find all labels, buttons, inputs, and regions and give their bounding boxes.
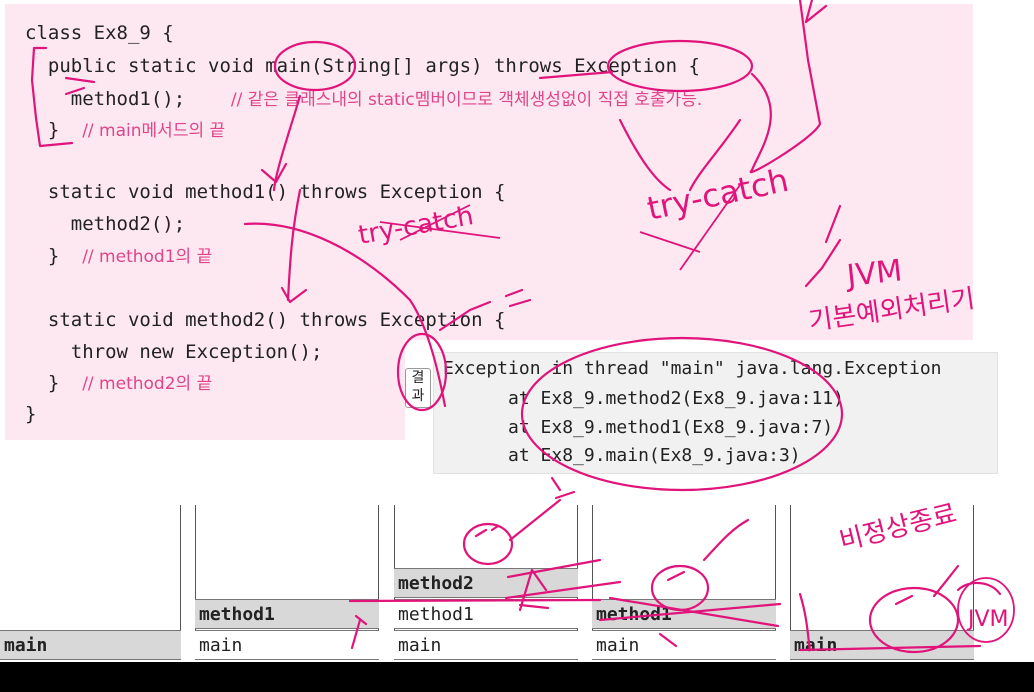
code-comment: // main메서드의 끝 [82,121,226,141]
code-text: method1(); [25,88,231,110]
output-line-exception: Exception in thread "main" java.lang.Exc… [443,358,942,379]
stack-frame-main: main [790,630,974,660]
stack-frame-main: main [592,630,776,660]
code-line-method1-end: } // method1의 끝 [25,241,212,271]
code-line-method2-decl: static void method2() throws Exception { [25,309,506,331]
stack-column-5: main [790,505,974,660]
code-line-call-method2: method2(); [25,213,186,235]
stack-frame-method1: method1 [592,599,776,629]
stack-column-2: method1 main [195,505,379,660]
code-line-class: class Ex8_9 { [25,22,174,44]
code-line-method1-decl: static void method1() throws Exception { [25,181,506,203]
code-comment: // method2의 끝 [82,374,213,394]
output-line-trace-method2: at Ex8_9.method2(Ex8_9.java:11) [443,388,844,409]
code-line-main-end: } // main메서드의 끝 [25,115,225,145]
stack-column-3: method2 method1 main [394,505,578,660]
bottom-black-bar [0,662,1034,692]
code-line-throw: throw new Exception(); [25,341,323,363]
stack-frame-method1: method1 [394,599,578,629]
stack-frame-method2: method2 [394,568,578,598]
stack-column-1: main [0,505,181,660]
stack-column-4: method1 main [592,505,776,660]
code-comment: // method1의 끝 [82,247,213,267]
code-text: } [25,245,83,267]
code-line-method2-end: } // method2의 끝 [25,368,212,398]
stack-frame-method1: method1 [195,599,379,629]
stack-frame-main: main [0,630,181,660]
code-line-call-method1: method1(); // 같은 클래스내의 static멤버이므로 객체생성없… [25,84,702,114]
code-text: } [25,372,83,394]
code-line-main-decl: public static void main(String[] args) t… [25,55,700,77]
code-comment: // 같은 클래스내의 static멤버이므로 객체생성없이 직접 호출가능. [230,90,703,110]
output-line-trace-method1: at Ex8_9.method1(Ex8_9.java:7) [443,417,834,438]
stack-frame-main: main [195,630,379,660]
code-text: } [25,119,83,141]
stack-frame-main: main [394,630,578,660]
code-line-class-end: } [25,403,37,425]
result-label: 결과 [405,368,431,408]
output-line-trace-main: at Ex8_9.main(Ex8_9.java:3) [443,445,801,466]
